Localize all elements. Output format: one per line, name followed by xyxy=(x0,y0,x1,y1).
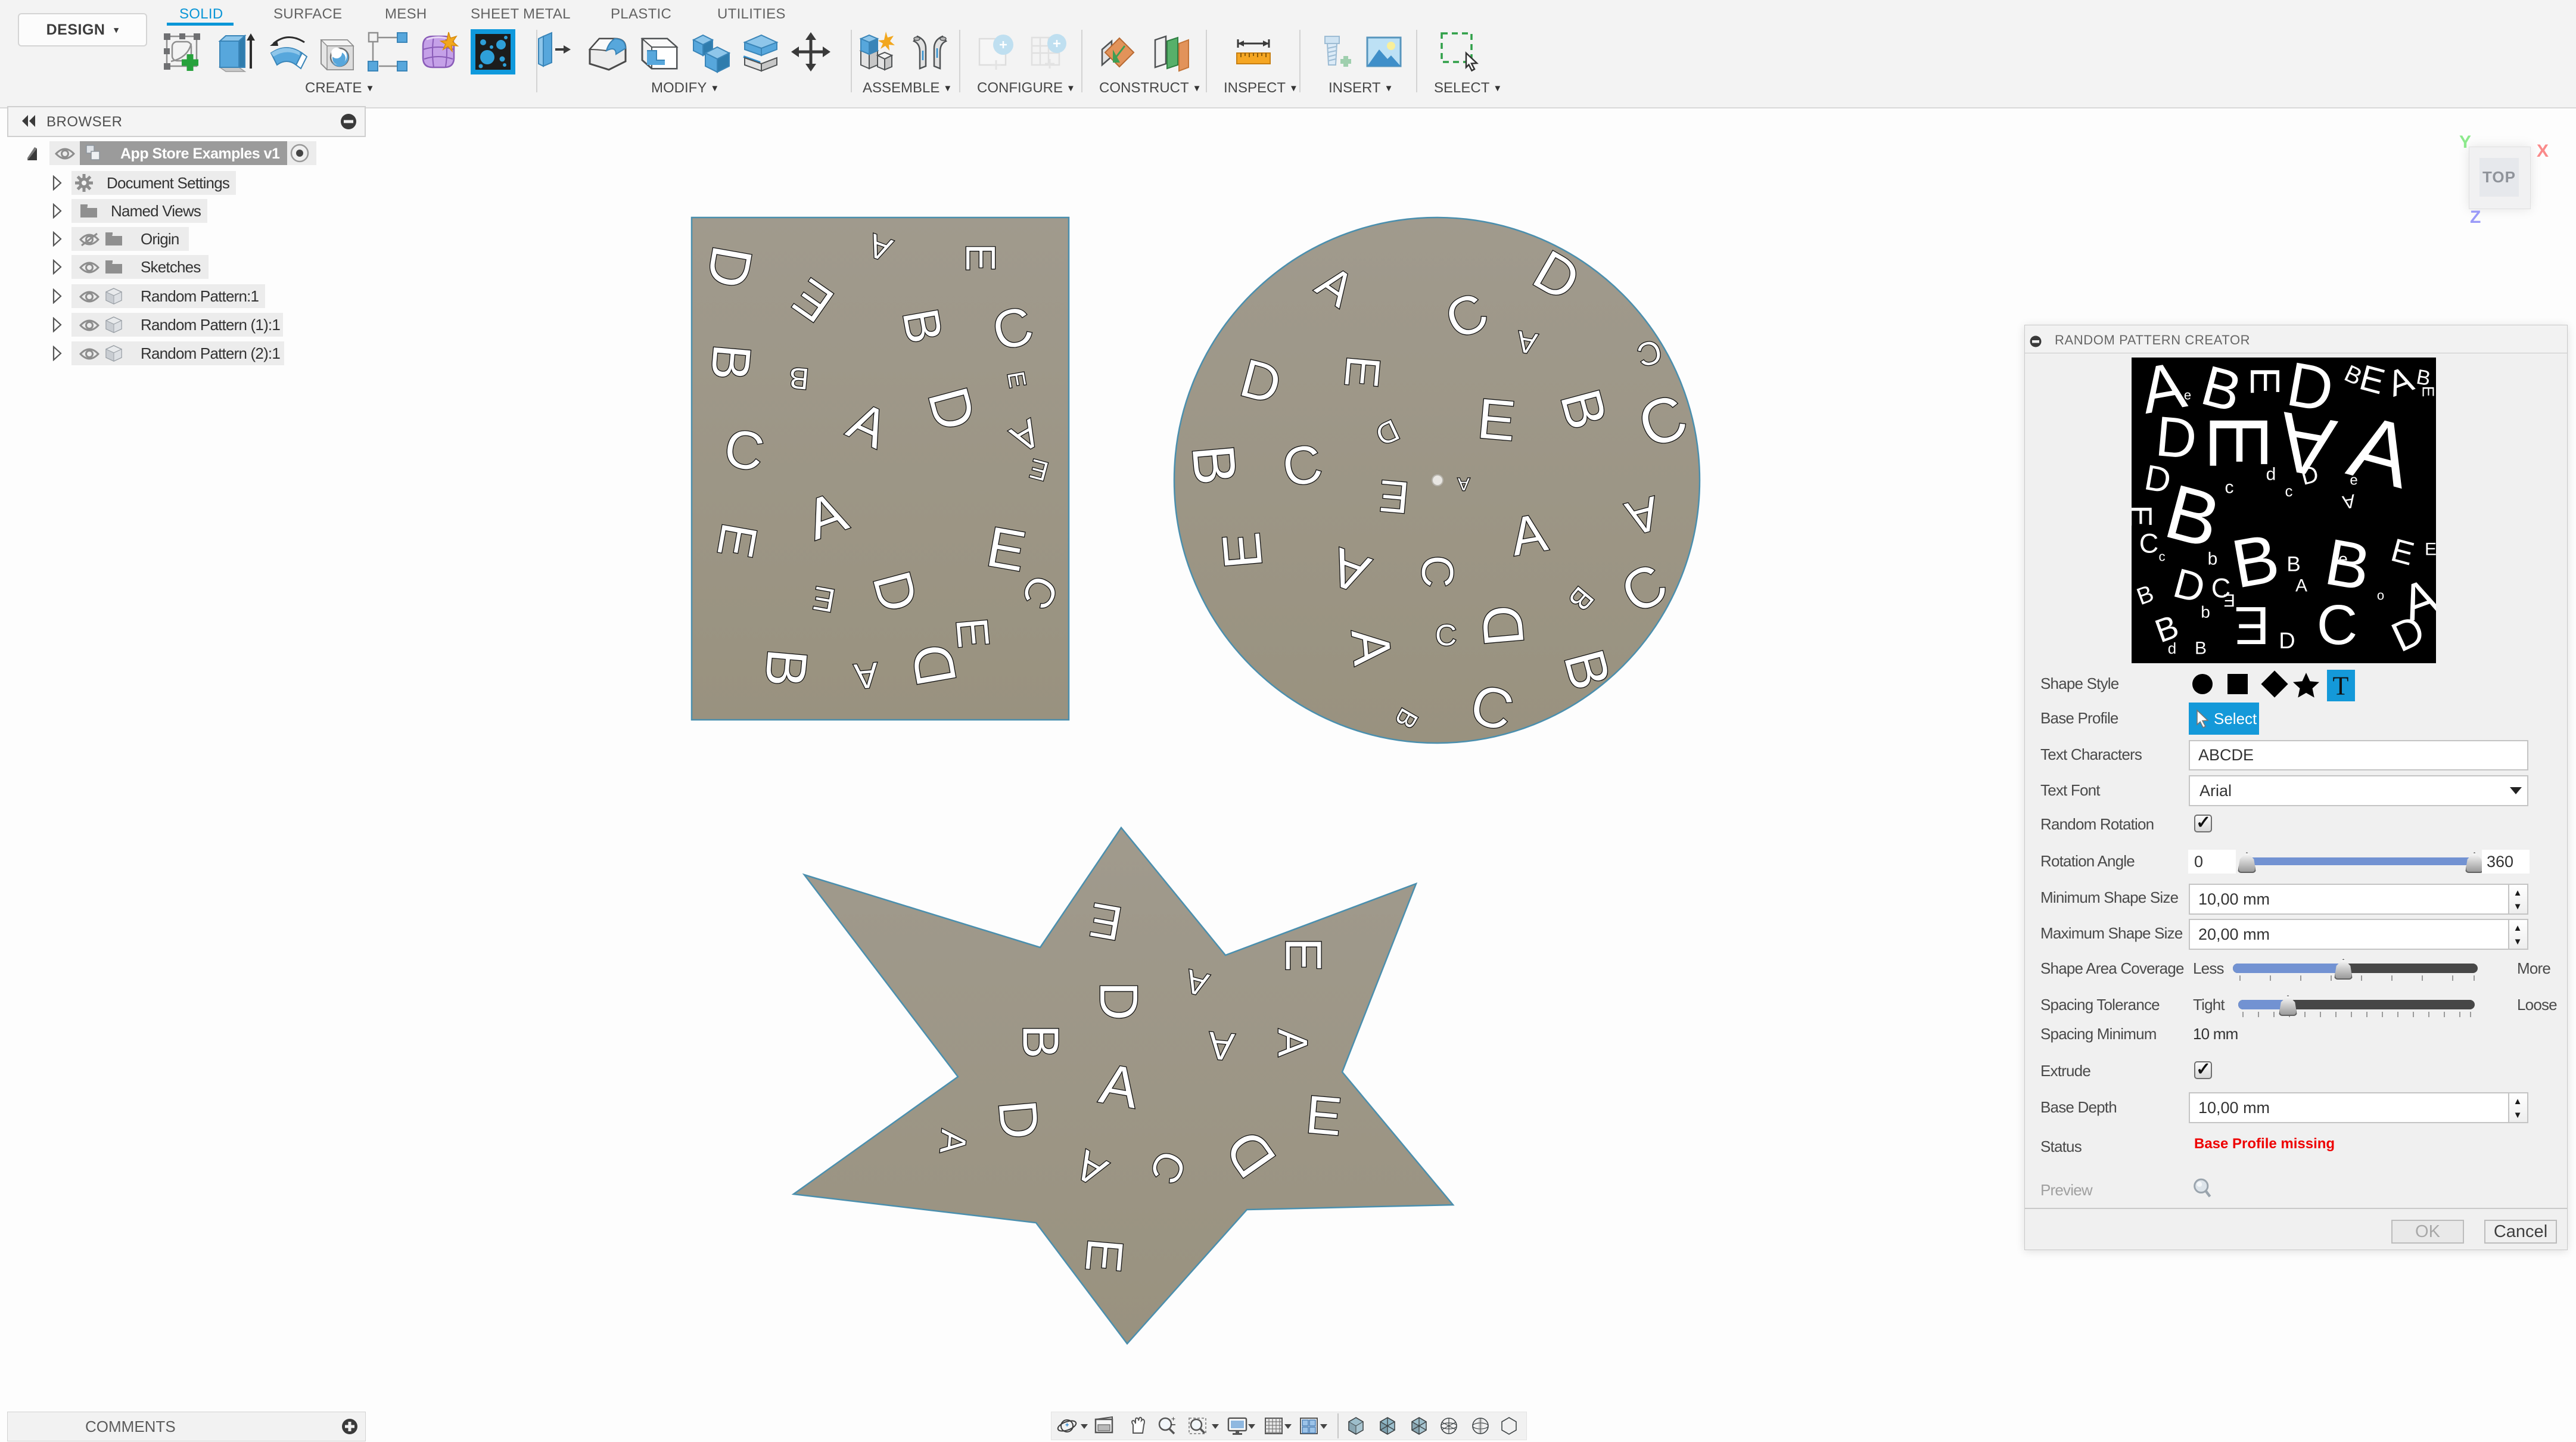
svg-text:B: B xyxy=(752,647,819,689)
svg-text:A: A xyxy=(2295,576,2307,596)
svg-text:B: B xyxy=(2133,580,2157,610)
svg-text:A: A xyxy=(1458,474,1470,494)
svg-text:o: o xyxy=(2377,588,2384,603)
svg-text:E: E xyxy=(2387,531,2418,572)
svg-text:C: C xyxy=(2139,529,2159,559)
svg-text:E: E xyxy=(2192,414,2286,469)
svg-text:T: T xyxy=(2333,672,2349,701)
svg-text:B: B xyxy=(699,342,762,383)
svg-text:E: E xyxy=(947,616,999,649)
svg-text:B: B xyxy=(1012,1025,1069,1059)
svg-text:D: D xyxy=(2142,457,2174,501)
svg-text:E: E xyxy=(2234,595,2270,655)
svg-text:E: E xyxy=(1475,387,1518,453)
svg-text:e: e xyxy=(2184,388,2191,403)
svg-text:+: + xyxy=(1065,1422,1069,1429)
svg-text:B: B xyxy=(788,361,810,396)
svg-text:A: A xyxy=(932,1128,974,1155)
svg-text:B: B xyxy=(2150,608,2183,650)
svg-text:d: d xyxy=(2266,465,2276,484)
svg-text:E: E xyxy=(2242,367,2288,395)
svg-text:E: E xyxy=(2425,540,2436,560)
svg-text:A: A xyxy=(1270,1029,1316,1057)
svg-text:E: E xyxy=(1334,354,1390,390)
svg-text:E: E xyxy=(1377,471,1411,523)
svg-text:D: D xyxy=(987,1098,1049,1141)
svg-text:E: E xyxy=(1074,1236,1134,1275)
svg-text:A: A xyxy=(2382,359,2419,405)
svg-text:B: B xyxy=(2286,553,2300,576)
svg-text:b: b xyxy=(2208,549,2218,569)
svg-text:+: + xyxy=(1171,1415,1175,1423)
svg-text:E: E xyxy=(1303,1085,1345,1148)
svg-text:d: d xyxy=(2168,639,2176,657)
svg-text:B: B xyxy=(2195,639,2207,658)
svg-text:E: E xyxy=(2419,386,2437,397)
svg-text:E: E xyxy=(2132,505,2159,527)
svg-text:B: B xyxy=(1179,442,1249,487)
svg-text:A: A xyxy=(853,655,880,697)
svg-text:e: e xyxy=(2350,473,2357,489)
svg-text:E: E xyxy=(957,244,1004,272)
svg-text:A: A xyxy=(1206,1024,1236,1070)
svg-text:C: C xyxy=(1435,619,1457,652)
svg-text:D: D xyxy=(2279,629,2295,654)
svg-text:A: A xyxy=(1340,627,1402,668)
svg-text:E: E xyxy=(1275,938,1331,972)
svg-text:C: C xyxy=(2317,593,2358,657)
svg-text:E: E xyxy=(1212,530,1274,571)
svg-text:B: B xyxy=(2320,525,2376,605)
svg-text:E: E xyxy=(2223,591,2235,610)
svg-text:c: c xyxy=(2159,549,2166,564)
svg-text:D: D xyxy=(1470,602,1536,649)
svg-text:D: D xyxy=(1088,982,1148,1021)
svg-text:b: b xyxy=(2201,603,2210,621)
svg-text:c: c xyxy=(2285,482,2293,500)
svg-text:C: C xyxy=(1413,555,1463,588)
